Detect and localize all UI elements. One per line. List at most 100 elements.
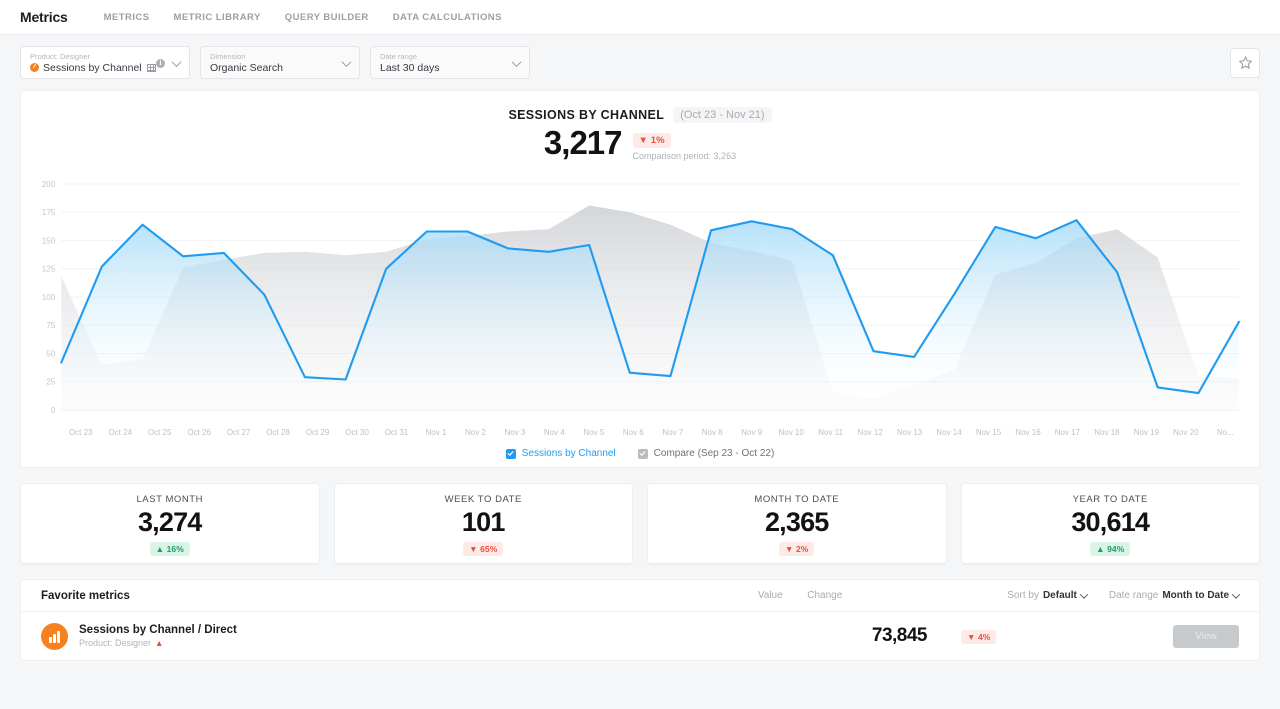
sort-by-control[interactable]: Sort by Default — [1007, 590, 1087, 601]
table-row[interactable]: Sessions by Channel / Direct Product: Des… — [21, 612, 1259, 660]
dimension-label: Dimension — [210, 52, 350, 61]
kpi-value: 2,365 — [648, 506, 946, 538]
kpi-change-value: 16% — [167, 544, 184, 554]
star-icon — [1238, 55, 1253, 70]
favorite-metric-value: 73,845 — [872, 625, 927, 647]
chart-comparison-text: Comparison period: 3,263 — [633, 151, 737, 161]
product-metric-selector[interactable]: Product: Designer Sessions by Channel i — [20, 46, 190, 79]
kpi-title: WEEK TO DATE — [335, 494, 633, 505]
date-range-label: Date range — [380, 52, 520, 61]
favorite-metric-name: Sessions by Channel / Direct — [79, 624, 237, 636]
dimension-value: Organic Search — [210, 62, 350, 74]
chart-change-value: 1% — [651, 135, 665, 146]
checkbox-checked-icon[interactable] — [638, 449, 648, 459]
kpi-title: YEAR TO DATE — [962, 494, 1260, 505]
chart-svg[interactable]: 0255075100125150175200 — [35, 176, 1245, 424]
chevron-down-icon — [1232, 590, 1240, 598]
nav-link-data-calculations[interactable]: DATA CALCULATIONS — [393, 12, 502, 23]
kpi-card[interactable]: YEAR TO DATE30,614 ▲ 94% — [961, 483, 1261, 564]
svg-text:0: 0 — [51, 406, 56, 415]
x-axis-tick: Nov 12 — [850, 428, 889, 437]
kpi-change-badge: ▼ 65% — [463, 542, 503, 556]
svg-text:175: 175 — [42, 208, 56, 217]
column-header-change: Change — [807, 590, 877, 601]
svg-text:125: 125 — [42, 265, 56, 274]
x-axis-tick: Nov 4 — [535, 428, 574, 437]
x-axis-tick: Nov 16 — [1008, 428, 1047, 437]
favorite-row-text: Sessions by Channel / Direct Product: Des… — [79, 624, 237, 648]
x-axis-tick: Oct 29 — [298, 428, 337, 437]
favorites-date-range-control[interactable]: Date range Month to Date — [1109, 590, 1239, 601]
favorite-metric-product: Product: Designer — [79, 638, 151, 648]
x-axis-tick: Nov 7 — [653, 428, 692, 437]
kpi-change-value: 94% — [1107, 544, 1124, 554]
x-axis-tick: Nov 11 — [811, 428, 850, 437]
x-axis-tick: Nov 18 — [1087, 428, 1126, 437]
legend-item-compare[interactable]: Compare (Sep 23 - Oct 22) — [638, 448, 775, 459]
product-selector-value: Sessions by Channel — [43, 62, 142, 74]
svg-text:25: 25 — [46, 378, 56, 387]
table-grid-icon — [147, 64, 156, 72]
chart-primary-value: 3,217 — [544, 124, 622, 162]
svg-text:50: 50 — [46, 350, 56, 359]
x-axis-tick: Nov 13 — [890, 428, 929, 437]
trend-down-icon: ▼ — [785, 544, 794, 554]
x-axis-tick: Nov 6 — [614, 428, 653, 437]
view-button[interactable]: View — [1173, 625, 1239, 648]
kpi-card-row: LAST MONTH3,274▲ 16% WEEK TO DATE101 ▼ 65%… — [20, 483, 1260, 564]
column-header-value: Value — [733, 590, 807, 601]
sort-by-label: Sort by — [1007, 590, 1039, 601]
kpi-value: 30,614 — [962, 506, 1260, 538]
kpi-card[interactable]: MONTH TO DATE2,365▼ 2% — [647, 483, 947, 564]
date-range-selector[interactable]: Date range Last 30 days — [370, 46, 530, 79]
x-axis-tick: Oct 31 — [377, 428, 416, 437]
nav-link-query-builder[interactable]: QUERY BUILDER — [285, 12, 369, 23]
legend-item-sessions-by-channel[interactable]: Sessions by Channel — [506, 448, 616, 459]
trend-down-icon: ▼ — [639, 135, 649, 146]
x-axis-tick: Nov 1 — [416, 428, 455, 437]
kpi-title: MONTH TO DATE — [648, 494, 946, 505]
favorite-star-button[interactable] — [1230, 48, 1260, 78]
chart-y-axis-labels: 0255075100125150175200 — [42, 180, 56, 415]
x-axis-tick: Oct 23 — [61, 428, 100, 437]
favorite-change-badge: ▼ 4% — [961, 630, 996, 644]
metric-bar-chart-icon — [41, 623, 68, 650]
x-axis-tick: Oct 26 — [179, 428, 218, 437]
x-axis-tick: Nov 15 — [969, 428, 1008, 437]
x-axis-tick: Nov 20 — [1166, 428, 1205, 437]
favorite-metrics-rows: Sessions by Channel / Direct Product: Des… — [21, 612, 1259, 660]
dimension-selector[interactable]: Dimension Organic Search — [200, 46, 360, 79]
checkbox-checked-icon[interactable] — [506, 449, 516, 459]
chart-title-row: SESSIONS BY CHANNEL (Oct 23 - Nov 21) — [21, 107, 1259, 123]
x-axis-tick: Oct 30 — [337, 428, 376, 437]
favorite-change-cell: ▼ 4% — [961, 627, 1053, 645]
kpi-card[interactable]: WEEK TO DATE101 ▼ 65% — [334, 483, 634, 564]
kpi-change-wrap: ▼ 65% — [335, 539, 633, 557]
kpi-card[interactable]: LAST MONTH3,274▲ 16% — [20, 483, 320, 564]
chart-change-badge: ▼ 1% — [633, 133, 671, 148]
x-axis-tick: Oct 25 — [140, 428, 179, 437]
warning-icon: ▲ — [155, 638, 163, 648]
top-navigation-bar: Metrics METRICS METRIC LIBRARY QUERY BUI… — [0, 0, 1280, 35]
kpi-change-badge: ▲ 94% — [1090, 542, 1130, 556]
main-chart-card: SESSIONS BY CHANNEL (Oct 23 - Nov 21) 3,… — [20, 90, 1260, 468]
info-icon[interactable]: i — [156, 59, 165, 68]
chart-value-row: 3,217 ▼ 1% Comparison period: 3,263 — [21, 124, 1259, 162]
x-axis-tick: Nov 17 — [1048, 428, 1087, 437]
svg-text:200: 200 — [42, 180, 56, 189]
kpi-value: 101 — [335, 506, 633, 538]
trend-up-icon: ▲ — [1096, 544, 1105, 554]
favorites-date-range-value: Month to Date — [1162, 590, 1229, 601]
x-axis-tick: Oct 28 — [258, 428, 297, 437]
kpi-change-wrap: ▲ 94% — [962, 539, 1260, 557]
x-axis-tick: Nov 19 — [1127, 428, 1166, 437]
nav-link-metrics[interactable]: METRICS — [104, 12, 150, 23]
nav-link-metric-library[interactable]: METRIC LIBRARY — [174, 12, 261, 23]
svg-text:100: 100 — [42, 293, 56, 302]
x-axis-tick: Nov 2 — [456, 428, 495, 437]
kpi-change-badge: ▲ 16% — [150, 542, 190, 556]
x-axis-tick: No... — [1206, 428, 1245, 437]
trend-down-icon: ▼ — [469, 544, 478, 554]
svg-text:75: 75 — [46, 321, 56, 330]
favorite-metrics-title: Favorite metrics — [41, 590, 130, 602]
